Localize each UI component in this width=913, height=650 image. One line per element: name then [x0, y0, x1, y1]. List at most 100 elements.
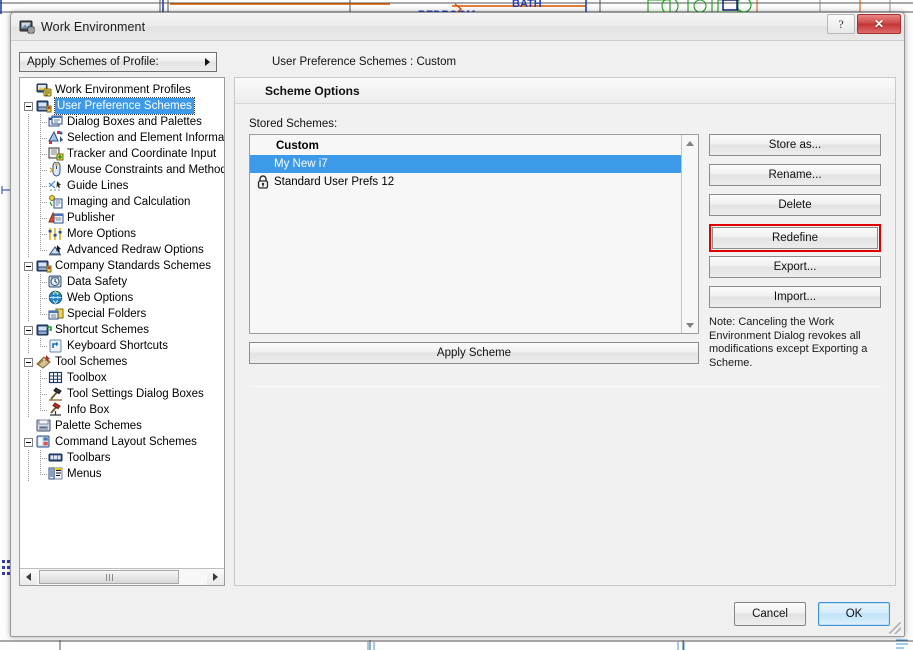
tree-expander-collapse-icon[interactable]: [24, 325, 33, 335]
special-folders-icon: [48, 306, 64, 322]
list-item-label: Custom: [276, 140, 319, 152]
tree-item-tracker-and-coordinate-input[interactable]: Tracker and Coordinate Input: [24, 146, 224, 162]
tree-item-shortcut-schemes[interactable]: Shortcut Schemes: [24, 322, 224, 338]
tree-branch-guide: [36, 370, 48, 386]
hammer-icon: [48, 386, 64, 402]
work-environment-tree-panel: Work Environment Profiles User Preference…: [19, 77, 225, 586]
lock-icon: [256, 174, 270, 190]
tree-item-guide-lines[interactable]: Guide Lines: [24, 178, 224, 194]
store-as-button[interactable]: Store as...: [709, 134, 881, 156]
delete-button[interactable]: Delete: [709, 194, 881, 216]
tree-item-dialog-boxes-and-palettes[interactable]: Dialog Boxes and Palettes: [24, 114, 224, 130]
help-button[interactable]: ?: [827, 14, 855, 34]
tree-indent-guide: [24, 130, 36, 146]
tree-scroll-thumb[interactable]: [39, 570, 179, 584]
tree-item-label: Menus: [67, 468, 102, 480]
content-separator: [249, 386, 881, 387]
keyboard-shortcut-icon: [48, 338, 64, 354]
tree-item-toolbox[interactable]: Toolbox: [24, 370, 224, 386]
tree-scroll-area[interactable]: Work Environment Profiles User Preference…: [20, 78, 224, 568]
tree-scroll-track[interactable]: [37, 569, 207, 585]
tree-item-palette-schemes[interactable]: Palette Schemes: [24, 418, 224, 434]
imaging-calculation-icon: [48, 194, 64, 210]
tree-item-selection-and-element-information[interactable]: Selection and Element Information: [24, 130, 224, 146]
tool-schemes-icon: [36, 354, 52, 370]
import-button[interactable]: Import...: [709, 286, 881, 308]
tree-item-company-standards-schemes[interactable]: Company Standards Schemes: [24, 258, 224, 274]
apply-schemes-of-profile-button[interactable]: Apply Schemes of Profile:: [19, 52, 217, 72]
tree-item-label: Publisher: [67, 212, 115, 224]
tree-item-special-folders[interactable]: Special Folders: [24, 306, 224, 322]
tree-item-mouse-constraints-and-methods[interactable]: Mouse Constraints and Methods: [24, 161, 224, 178]
tree-item-imaging-and-calculation[interactable]: Imaging and Calculation: [24, 194, 224, 210]
stored-schemes-listbox[interactable]: Custom My New i7 Standard User Prefs 12: [249, 134, 699, 334]
list-group-header[interactable]: Custom: [250, 137, 681, 155]
tree-item-info-box[interactable]: Info Box: [24, 402, 224, 418]
tree-item-label: Keyboard Shortcuts: [67, 340, 169, 352]
tree-branch-guide: [36, 466, 48, 482]
dialog-titlebar[interactable]: Work Environment ? ✕: [11, 13, 904, 41]
tree-indent-guide: [24, 338, 36, 354]
scroll-right-button[interactable]: [207, 569, 224, 585]
tree-item-command-layout-schemes[interactable]: Command Layout Schemes: [24, 434, 224, 450]
tree-item-menus[interactable]: Menus: [24, 466, 224, 482]
listbox-vertical-scrollbar[interactable]: [681, 135, 698, 333]
highlight-box-redefine: Redefine: [709, 224, 881, 252]
folder-company-icon: [36, 258, 52, 274]
tree-item-data-safety[interactable]: Data Safety: [24, 274, 224, 290]
list-and-buttons-row: Custom My New i7 Standard User Prefs 12 Ap…: [249, 134, 881, 370]
dialog-split: Work Environment Profiles User Preference…: [19, 77, 896, 592]
scroll-down-button[interactable]: [682, 317, 698, 333]
tree-item-publisher[interactable]: Publisher: [24, 210, 224, 226]
tree-branch-guide: [36, 210, 48, 226]
tree-branch-guide: [36, 242, 48, 258]
listbox-wrapper: Custom My New i7 Standard User Prefs 12 Ap…: [249, 134, 699, 364]
cancel-button[interactable]: Cancel: [734, 602, 806, 626]
tree-expander-collapse-icon[interactable]: [24, 437, 33, 447]
export-button[interactable]: Export...: [709, 256, 881, 278]
tree-expander-collapse-icon[interactable]: [24, 357, 33, 367]
listbox-scroll-track[interactable]: [682, 151, 698, 317]
wrap-rename: Rename...: [709, 164, 881, 186]
redefine-button[interactable]: Redefine: [712, 227, 878, 249]
tree-item-tool-schemes[interactable]: Tool Schemes: [24, 354, 224, 370]
tree-indent-guide: [24, 370, 36, 386]
dialog-title: Work Environment: [41, 19, 146, 34]
list-item[interactable]: My New i7: [250, 155, 681, 173]
palette-schemes-icon: [36, 418, 52, 434]
resize-grip-icon[interactable]: [889, 622, 901, 634]
tree-item-keyboard-shortcuts[interactable]: Keyboard Shortcuts: [24, 338, 224, 354]
list-item[interactable]: Standard User Prefs 12: [250, 173, 681, 191]
tree-item-work-environment-profiles[interactable]: Work Environment Profiles: [24, 82, 224, 98]
tree-item-advanced-redraw-options[interactable]: Advanced Redraw Options: [24, 242, 224, 258]
scheme-options-content: Stored Schemes: Custom My New i7 Standard …: [235, 104, 895, 585]
tree-item-label: Work Environment Profiles: [55, 84, 191, 96]
close-button[interactable]: ✕: [857, 14, 901, 34]
triangle-up-icon: [686, 140, 694, 146]
data-safety-icon: [48, 274, 64, 290]
tree-expander-collapse-icon[interactable]: [24, 261, 33, 271]
rename-button[interactable]: Rename...: [709, 164, 881, 186]
tree-expander-collapse-icon[interactable]: [24, 101, 33, 111]
apply-scheme-button[interactable]: Apply Scheme: [249, 342, 699, 364]
scroll-up-button[interactable]: [682, 135, 698, 151]
tree-item-label: Toolbox: [67, 372, 107, 384]
ok-button[interactable]: OK: [818, 602, 890, 626]
tree-item-toolbars[interactable]: Toolbars: [24, 450, 224, 466]
tree-item-tool-settings-dialog-boxes[interactable]: Tool Settings Dialog Boxes: [24, 386, 224, 402]
tree-item-more-options[interactable]: More Options: [24, 226, 224, 242]
tree-horizontal-scrollbar[interactable]: [20, 568, 224, 585]
monitor-profiles-icon: [36, 82, 52, 98]
scheme-options-pane: Scheme Options Stored Schemes: Custom My …: [234, 77, 896, 586]
tree-item-label: More Options: [67, 228, 137, 240]
tree-indent-guide: [24, 210, 36, 226]
triangle-down-icon: [686, 322, 694, 328]
mouse-icon: [48, 161, 64, 178]
scroll-left-button[interactable]: [20, 569, 37, 585]
list-item-label: Standard User Prefs 12: [274, 176, 395, 188]
triangle-right-icon: [213, 573, 218, 581]
tree-branch-guide: [36, 178, 48, 194]
tree-item-web-options[interactable]: Web Options: [24, 290, 224, 306]
tree-item-user-preference-schemes[interactable]: User Preference Schemes: [24, 97, 224, 115]
